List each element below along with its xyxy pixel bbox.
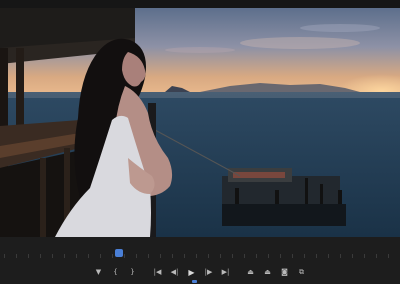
ruler-tick [268, 254, 269, 258]
ruler-tick [232, 254, 233, 258]
ruler-tick [88, 254, 89, 258]
step-back-icon[interactable]: ◀| [167, 264, 183, 280]
scroll-indicator[interactable] [192, 280, 197, 283]
video-frame[interactable] [0, 8, 400, 237]
add-marker-icon[interactable]: ▼ [91, 264, 107, 280]
ruler-tick [328, 254, 329, 258]
ruler-tick [352, 254, 353, 258]
ruler-tick [280, 254, 281, 258]
ruler-tick [304, 254, 305, 258]
ruler-tick [184, 254, 185, 258]
ruler-tick [40, 254, 41, 258]
ruler-tick [76, 254, 77, 258]
ruler-tick [208, 254, 209, 258]
transport-controls: ▼{} |◀ ◀| ▶ |▶ ▶| ⏏ ⏏ ◙ ⧉ [0, 264, 400, 280]
monitor-header [0, 0, 400, 8]
mark-in-icon[interactable]: { [108, 264, 124, 280]
ruler-tick [52, 254, 53, 258]
ruler-tick [64, 254, 65, 258]
ruler-tick [136, 254, 137, 258]
ruler-tick [256, 254, 257, 258]
ruler-tick [388, 254, 389, 258]
program-monitor: ▼{} |◀ ◀| ▶ |▶ ▶| ⏏ ⏏ ◙ ⧉ [0, 0, 400, 284]
ruler-tick [376, 254, 377, 258]
ruler-tick [172, 254, 173, 258]
go-to-in-icon[interactable]: |◀ [150, 264, 166, 280]
mark-out-icon[interactable]: } [125, 264, 141, 280]
step-forward-icon[interactable]: |▶ [201, 264, 217, 280]
ruler-tick [100, 254, 101, 258]
ruler-tick [148, 254, 149, 258]
lift-icon[interactable]: ⏏ [243, 264, 259, 280]
ruler-tick [28, 254, 29, 258]
ruler-tick [340, 254, 341, 258]
ruler-tick [16, 254, 17, 258]
playhead[interactable] [115, 249, 123, 257]
ruler-tick [160, 254, 161, 258]
extract-icon[interactable]: ⏏ [260, 264, 276, 280]
compare-icon[interactable]: ⧉ [294, 264, 310, 280]
ruler-tick [124, 254, 125, 258]
play-icon[interactable]: ▶ [184, 264, 200, 280]
ruler-tick [4, 254, 5, 258]
export-frame-icon[interactable]: ◙ [277, 264, 293, 280]
ruler-tick [196, 254, 197, 258]
ruler-tick [292, 254, 293, 258]
ruler-tick [244, 254, 245, 258]
ruler-tick [364, 254, 365, 258]
ruler-tick [112, 254, 113, 258]
go-to-out-icon[interactable]: ▶| [218, 264, 234, 280]
time-ruler[interactable] [0, 250, 400, 260]
ruler-tick [316, 254, 317, 258]
ruler-tick [220, 254, 221, 258]
